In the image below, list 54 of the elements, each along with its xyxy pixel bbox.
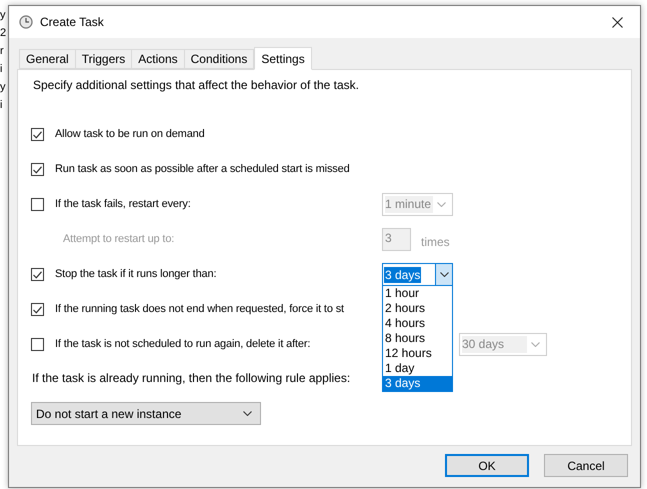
setting-label: If the running task does not end when requested, force it to st — [55, 302, 344, 318]
checkbox[interactable] — [31, 338, 44, 351]
clock-icon — [19, 15, 33, 29]
checkmark-icon — [33, 306, 42, 314]
chevron-down-icon — [440, 272, 448, 277]
background-text: y — [0, 80, 6, 94]
dropdown-option[interactable]: 3 days — [383, 376, 452, 391]
tab[interactable]: Triggers — [74, 49, 132, 69]
chevron-down-icon — [531, 342, 540, 347]
dropdown-option[interactable]: 12 hours — [383, 346, 452, 361]
dialog-button[interactable]: Cancel — [544, 454, 628, 477]
checkmark-icon — [33, 270, 42, 278]
dropdown-option[interactable]: 1 day — [383, 361, 452, 376]
chevron-down-icon — [437, 202, 446, 207]
setting-label: Stop the task if it runs longer than: — [55, 267, 216, 282]
description-text: Specify additional settings that affect the behavior of the task. — [32, 77, 360, 94]
dropdown-option[interactable]: 4 hours — [383, 316, 452, 331]
background-text: i — [0, 62, 2, 76]
window-title: Create Task — [40, 14, 104, 31]
tab[interactable]: Conditions — [184, 49, 254, 69]
dropdown-option[interactable]: 2 hours — [383, 301, 452, 316]
checkmark-icon — [33, 130, 42, 138]
unit-label: times — [421, 234, 450, 251]
background-text: r — [0, 44, 4, 58]
dropdown-value: Do not start a new instance — [36, 406, 182, 422]
checkbox[interactable] — [31, 163, 44, 176]
tab[interactable]: Settings — [254, 47, 312, 70]
checkbox[interactable] — [31, 268, 44, 281]
rule-dropdown[interactable]: Do not start a new instance — [31, 402, 261, 425]
dropdown-option[interactable]: 1 hour — [383, 286, 452, 301]
checkmark-icon — [33, 166, 42, 174]
chevron-down-icon — [243, 411, 252, 416]
tab[interactable]: Actions — [131, 49, 185, 69]
tab[interactable]: General — [19, 49, 76, 69]
close-icon — [612, 16, 622, 28]
dialog-button[interactable]: OK — [445, 454, 529, 477]
setting-label: If the task fails, restart every: — [55, 197, 191, 212]
setting-label: Run task as soon as possible after a scheduled start is missed — [55, 162, 350, 178]
dropdown-value: 1 minute — [385, 196, 433, 213]
setting-label: Attempt to restart up to: — [62, 232, 174, 248]
dropdown-value: 3 days — [384, 266, 422, 282]
checkbox[interactable] — [31, 128, 44, 141]
checkbox[interactable] — [31, 198, 44, 211]
dropdown-arrow-button[interactable] — [435, 264, 452, 285]
setting-label: If the task is not scheduled to run again, delete it after: — [55, 337, 310, 352]
dropdown-value: 30 days — [462, 336, 527, 353]
background-text: i — [0, 98, 2, 112]
dropdown[interactable]: 3 days — [382, 263, 453, 286]
background-text: y — [0, 8, 6, 22]
setting-label: Allow task to be run on demand — [55, 127, 205, 142]
checkbox[interactable] — [31, 303, 44, 316]
background-text: 2 — [0, 26, 6, 40]
dropdown-option[interactable]: 8 hours — [383, 331, 452, 346]
rule-label: If the task is already running, then the following rule applies: — [32, 370, 350, 387]
